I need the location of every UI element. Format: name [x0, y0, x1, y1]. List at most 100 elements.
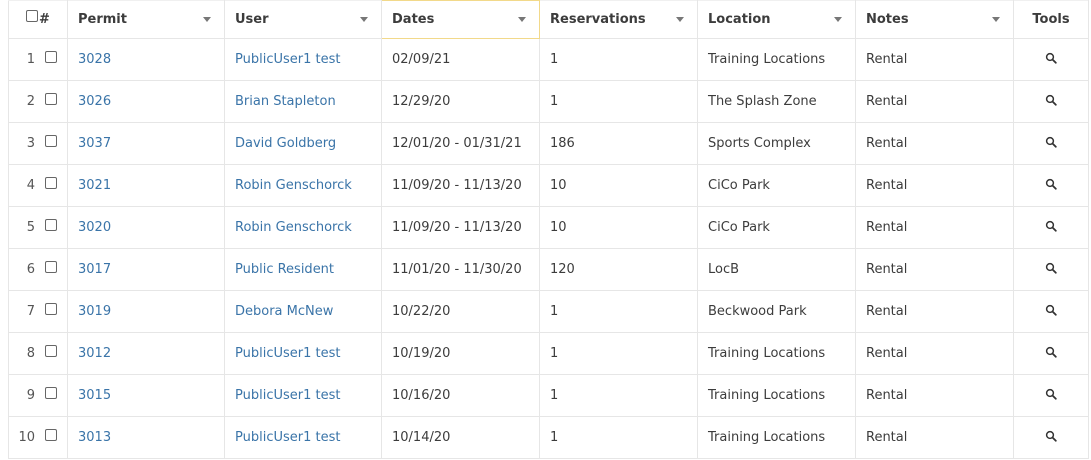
row-checkbox[interactable] [45, 134, 57, 147]
user-cell: Robin Genschorck [224, 164, 382, 207]
caret-down-icon[interactable] [834, 17, 842, 22]
magnifier-icon[interactable] [1045, 346, 1057, 358]
column-header-dates[interactable]: Dates [381, 0, 540, 39]
user-link[interactable]: David Goldberg [235, 136, 336, 151]
magnifier-icon[interactable] [1045, 262, 1057, 274]
user-link[interactable]: Public Resident [235, 262, 334, 277]
column-header-notes[interactable]: Notes [855, 0, 1014, 39]
dates-cell: 12/01/20 - 01/31/21 [381, 122, 540, 165]
reservations-cell: 10 [539, 164, 698, 207]
tools-cell [1013, 206, 1089, 249]
magnifier-icon[interactable] [1045, 94, 1057, 106]
dates-cell: 02/09/21 [381, 38, 540, 81]
permit-link[interactable]: 3013 [78, 430, 111, 445]
permit-cell: 3028 [67, 38, 225, 81]
user-link[interactable]: PublicUser1 test [235, 346, 340, 361]
magnifier-icon[interactable] [1045, 52, 1057, 64]
column-header-reservations[interactable]: Reservations [539, 0, 698, 39]
row-checkbox[interactable] [45, 344, 57, 357]
caret-down-icon[interactable] [360, 17, 368, 22]
table-row[interactable]: 10 3013 PublicUser1 test 10/14/20 1 Trai… [8, 416, 1089, 459]
permit-cell: 3019 [67, 290, 225, 333]
permit-cell: 3020 [67, 206, 225, 249]
permit-link[interactable]: 3012 [78, 346, 111, 361]
row-checkbox[interactable] [45, 176, 57, 189]
row-select-cell: 4 [8, 164, 68, 207]
row-number: 7 [26, 304, 35, 319]
table-row[interactable]: 3 3037 David Goldberg 12/01/20 - 01/31/2… [8, 122, 1089, 165]
row-number: 4 [26, 178, 35, 193]
user-link[interactable]: PublicUser1 test [235, 430, 340, 445]
header-row: # Permit User Dates Reservations Locatio… [8, 0, 1089, 39]
permit-link[interactable]: 3037 [78, 136, 111, 151]
tools-cell [1013, 374, 1089, 417]
row-number: 9 [26, 388, 35, 403]
permit-link[interactable]: 3019 [78, 304, 111, 319]
row-checkbox[interactable] [45, 92, 57, 105]
column-header-location[interactable]: Location [697, 0, 856, 39]
notes-cell: Rental [855, 248, 1014, 291]
magnifier-icon[interactable] [1045, 304, 1057, 316]
row-checkbox[interactable] [45, 50, 57, 63]
reservations-cell: 1 [539, 290, 698, 333]
table-row[interactable]: 1 3028 PublicUser1 test 02/09/21 1 Train… [8, 38, 1089, 81]
table-row[interactable]: 4 3021 Robin Genschorck 11/09/20 - 11/13… [8, 164, 1089, 207]
caret-down-icon[interactable] [992, 17, 1000, 22]
row-checkbox[interactable] [45, 386, 57, 399]
row-checkbox[interactable] [45, 260, 57, 273]
user-cell: Brian Stapleton [224, 80, 382, 123]
row-select-cell: 9 [8, 374, 68, 417]
magnifier-icon[interactable] [1045, 178, 1057, 190]
user-link[interactable]: Debora McNew [235, 304, 333, 319]
location-cell: CiCo Park [697, 164, 856, 207]
row-select-cell: 8 [8, 332, 68, 375]
table-row[interactable]: 9 3015 PublicUser1 test 10/16/20 1 Train… [8, 374, 1089, 417]
select-all-checkbox[interactable] [26, 9, 39, 22]
row-checkbox[interactable] [45, 218, 57, 231]
permit-cell: 3013 [67, 416, 225, 459]
row-number: 2 [26, 94, 35, 109]
user-link[interactable]: Robin Genschorck [235, 178, 352, 193]
permit-link[interactable]: 3028 [78, 52, 111, 67]
row-number: 5 [26, 220, 35, 235]
permit-cell: 3012 [67, 332, 225, 375]
table-row[interactable]: 5 3020 Robin Genschorck 11/09/20 - 11/13… [8, 206, 1089, 249]
column-header-label: Permit [78, 12, 127, 27]
magnifier-icon[interactable] [1045, 388, 1057, 400]
table-row[interactable]: 2 3026 Brian Stapleton 12/29/20 1 The Sp… [8, 80, 1089, 123]
reservations-cell: 1 [539, 38, 698, 81]
row-number: 8 [26, 346, 35, 361]
column-header-permit[interactable]: Permit [67, 0, 225, 39]
user-link[interactable]: Brian Stapleton [235, 94, 336, 109]
column-header-label: Tools [1032, 12, 1070, 27]
permit-link[interactable]: 3021 [78, 178, 111, 193]
reservations-cell: 1 [539, 416, 698, 459]
table-row[interactable]: 7 3019 Debora McNew 10/22/20 1 Beckwood … [8, 290, 1089, 333]
table-row[interactable]: 8 3012 PublicUser1 test 10/19/20 1 Train… [8, 332, 1089, 375]
row-checkbox[interactable] [45, 302, 57, 315]
magnifier-icon[interactable] [1045, 136, 1057, 148]
notes-cell: Rental [855, 80, 1014, 123]
user-cell: Robin Genschorck [224, 206, 382, 249]
user-link[interactable]: Robin Genschorck [235, 220, 352, 235]
table-row[interactable]: 6 3017 Public Resident 11/01/20 - 11/30/… [8, 248, 1089, 291]
row-select-cell: 1 [8, 38, 68, 81]
magnifier-icon[interactable] [1045, 220, 1057, 232]
permit-link[interactable]: 3026 [78, 94, 111, 109]
row-number: 6 [26, 262, 35, 277]
user-link[interactable]: PublicUser1 test [235, 388, 340, 403]
permit-link[interactable]: 3015 [78, 388, 111, 403]
notes-cell: Rental [855, 122, 1014, 165]
user-cell: PublicUser1 test [224, 332, 382, 375]
row-checkbox[interactable] [45, 428, 57, 441]
user-link[interactable]: PublicUser1 test [235, 52, 340, 67]
caret-down-icon[interactable] [203, 17, 211, 22]
caret-down-icon[interactable] [676, 17, 684, 22]
permit-link[interactable]: 3017 [78, 262, 111, 277]
reservations-cell: 120 [539, 248, 698, 291]
tools-cell [1013, 332, 1089, 375]
magnifier-icon[interactable] [1045, 430, 1057, 442]
permit-link[interactable]: 3020 [78, 220, 111, 235]
caret-down-icon[interactable] [518, 17, 526, 22]
column-header-user[interactable]: User [224, 0, 382, 39]
